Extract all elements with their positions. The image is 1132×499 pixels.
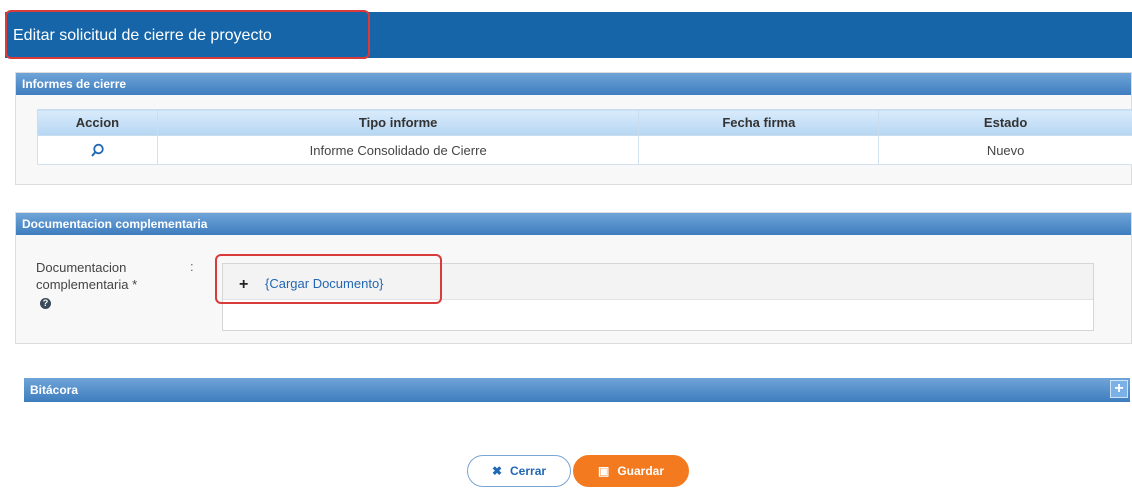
document-upload-area: + {Cargar Documento} — [222, 263, 1094, 331]
table-row: Informe Consolidado de Cierre Nuevo — [37, 135, 1132, 165]
tipo-informe-cell: Informe Consolidado de Cierre — [156, 135, 640, 165]
cargar-documento-link[interactable]: {Cargar Documento} — [265, 276, 384, 291]
column-header[interactable]: Tipo informe — [156, 109, 640, 136]
informes-panel: Informes de cierre Accion Tipo informe F… — [15, 72, 1132, 185]
column-header[interactable]: Fecha firma — [638, 109, 880, 136]
documentacion-field-label: Documentacion complementaria * — [36, 260, 138, 292]
bitacora-title: Bitácora — [30, 383, 79, 397]
accion-cell — [37, 135, 158, 165]
documentacion-panel: Documentacion complementaria Documentaci… — [15, 212, 1132, 344]
question-icon[interactable]: ? — [40, 298, 51, 309]
search-icon[interactable] — [90, 143, 105, 158]
documentacion-panel-header: Documentacion complementaria — [16, 213, 1131, 235]
column-header[interactable]: Accion — [37, 109, 158, 136]
informes-panel-header: Informes de cierre — [16, 73, 1131, 95]
label-colon: : — [190, 259, 194, 274]
column-header[interactable]: Estado — [878, 109, 1132, 136]
upload-toolbar: + {Cargar Documento} — [223, 264, 1093, 300]
expand-plus-icon[interactable]: + — [1110, 380, 1128, 398]
cerrar-button[interactable]: ✖ Cerrar — [467, 455, 571, 487]
bitacora-panel-header[interactable]: Bitácora + — [24, 378, 1130, 402]
page-header: Editar solicitud de cierre de proyecto — [5, 12, 1132, 58]
table-header-row: Accion Tipo informe Fecha firma Estado — [37, 109, 1132, 136]
close-icon: ✖ — [491, 464, 503, 478]
informes-table: Accion Tipo informe Fecha firma Estado I… — [37, 109, 1132, 165]
estado-cell: Nuevo — [878, 135, 1132, 165]
plus-icon[interactable]: + — [239, 277, 248, 293]
guardar-button[interactable]: ▣ Guardar — [573, 455, 689, 487]
save-icon: ▣ — [597, 464, 610, 478]
page-title: Editar solicitud de cierre de proyecto — [13, 27, 272, 44]
fecha-firma-cell — [638, 135, 880, 165]
